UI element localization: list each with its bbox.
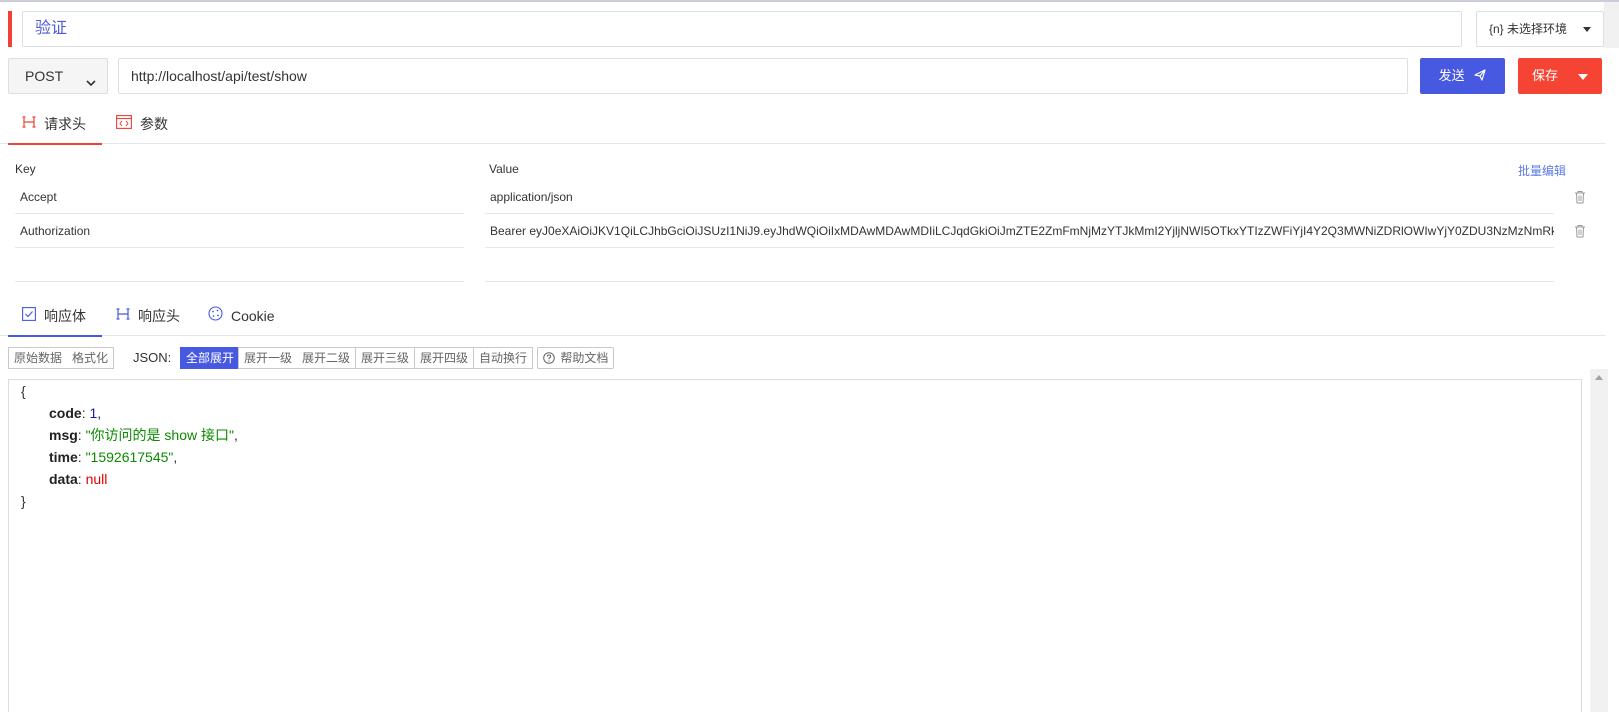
method-select[interactable]: POST xyxy=(8,58,108,94)
trash-icon[interactable] xyxy=(1574,190,1586,204)
format-button[interactable]: 格式化 xyxy=(67,347,115,369)
caret-down-icon xyxy=(1583,27,1591,32)
environment-select[interactable]: {n} 未选择环境 xyxy=(1476,11,1604,47)
paper-plane-icon xyxy=(1474,69,1486,81)
name-accent-bar xyxy=(8,11,12,47)
help-label: 帮助文档 xyxy=(560,351,609,365)
json-label: JSON: xyxy=(133,350,172,365)
key-column-header: Key xyxy=(15,162,36,176)
tab-request-params[interactable]: 参数 xyxy=(116,104,168,144)
auto-wrap-button[interactable]: 自动换行 xyxy=(474,347,534,369)
bulk-edit-link[interactable]: 批量编辑 xyxy=(1518,162,1566,179)
tab-response-body[interactable]: 响应体 xyxy=(8,296,102,337)
save-label: 保存 xyxy=(1532,68,1559,83)
tab-response-cookie[interactable]: Cookie xyxy=(208,296,275,336)
h-letter-icon xyxy=(22,104,36,144)
question-circle-icon xyxy=(543,352,555,364)
tab-label: Cookie xyxy=(231,308,275,324)
header-key-cell-empty[interactable] xyxy=(15,248,464,282)
tab-label: 响应头 xyxy=(138,308,180,324)
request-tabs: 请求头 参数 xyxy=(0,104,1606,145)
json-field-code: code: 1, xyxy=(49,405,102,421)
json-close-brace: } xyxy=(21,493,26,509)
h-letter-icon xyxy=(116,296,130,336)
header-value-cell[interactable]: application/json xyxy=(485,180,1554,214)
tab-label: 请求头 xyxy=(44,116,86,132)
checkbox-icon xyxy=(22,296,36,336)
json-field-msg: msg: "你访问的是 show 接口", xyxy=(49,427,238,443)
expand-level-1-button[interactable]: 展开一级 xyxy=(238,347,299,369)
code-bracket-icon xyxy=(116,104,132,144)
expand-level-2-button[interactable]: 展开二级 xyxy=(297,347,357,369)
response-scrollbar[interactable] xyxy=(1590,369,1608,712)
raw-data-button[interactable]: 原始数据 xyxy=(8,347,69,369)
json-field-time: time: "1592617545", xyxy=(49,449,178,465)
tab-response-headers[interactable]: 响应头 xyxy=(116,296,180,336)
active-tab-underline xyxy=(8,143,102,145)
tab-label: 参数 xyxy=(140,116,168,132)
tab-label: 响应体 xyxy=(44,308,86,324)
chevron-down-icon xyxy=(85,68,97,102)
tab-request-headers[interactable]: 请求头 xyxy=(8,104,102,145)
scroll-up-arrow-icon[interactable] xyxy=(1595,375,1603,380)
top-border xyxy=(0,0,1619,2)
caret-down-icon xyxy=(1578,74,1588,80)
save-button[interactable]: 保存 xyxy=(1518,58,1602,94)
cookie-icon xyxy=(208,296,223,336)
environment-label: {n} 未选择环境 xyxy=(1489,22,1568,36)
value-column-header: Value xyxy=(489,162,519,176)
response-tabs: 响应体 响应头 Cookie xyxy=(0,296,1606,337)
send-label: 发送 xyxy=(1438,68,1465,83)
help-docs-button[interactable]: 帮助文档 xyxy=(537,347,615,369)
method-label: POST xyxy=(25,68,64,84)
header-key-cell[interactable]: Accept xyxy=(15,180,464,214)
active-tab-underline xyxy=(8,335,102,337)
request-name-input[interactable]: 验证 xyxy=(22,11,1462,47)
scrollbar-track-top[interactable] xyxy=(1604,2,1619,48)
expand-level-3-button[interactable]: 展开三级 xyxy=(356,347,416,369)
json-open-brace: { xyxy=(21,383,26,399)
expand-level-4-button[interactable]: 展开四级 xyxy=(415,347,475,369)
json-field-data: data: null xyxy=(49,471,108,487)
trash-icon[interactable] xyxy=(1574,224,1586,238)
response-body-viewer[interactable]: { code: 1, msg: "你访问的是 show 接口", time: "… xyxy=(8,379,1582,712)
header-key-cell[interactable]: Authorization xyxy=(15,214,464,248)
expand-all-button[interactable]: 全部展开 xyxy=(180,347,241,369)
send-button[interactable]: 发送 xyxy=(1420,58,1505,94)
header-value-cell-empty[interactable] xyxy=(485,248,1554,282)
url-input[interactable]: http://localhost/api/test/show xyxy=(118,58,1408,94)
header-value-cell[interactable]: Bearer eyJ0eXAiOiJKV1QiLCJhbGciOiJSUzI1N… xyxy=(485,214,1554,248)
